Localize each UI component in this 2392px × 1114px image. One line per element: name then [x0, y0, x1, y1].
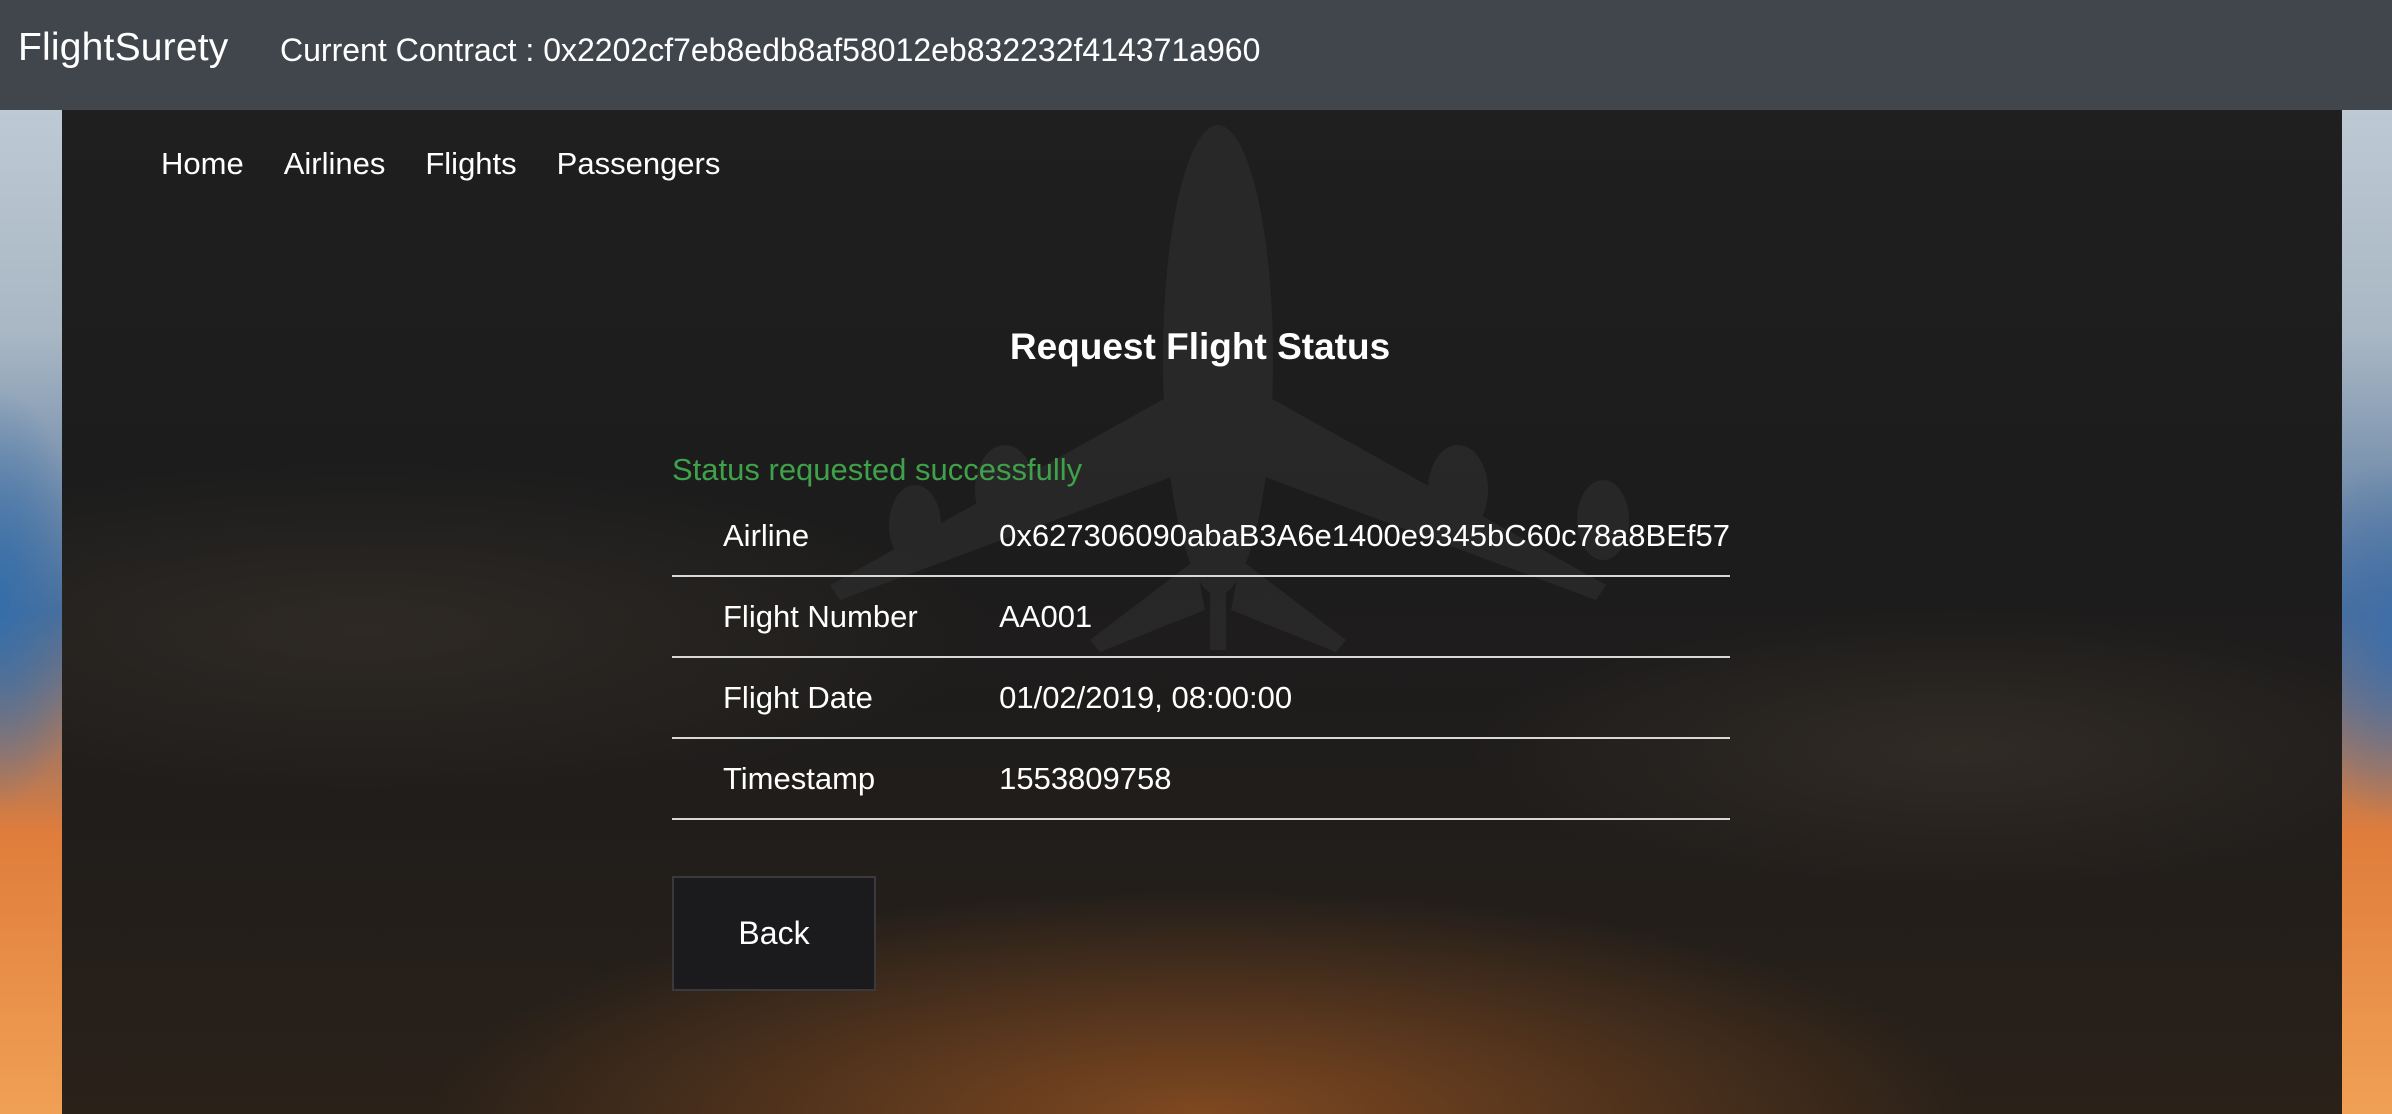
nav-link-airlines[interactable]: Airlines: [284, 146, 386, 182]
row-key: Flight Number: [672, 576, 1000, 658]
current-contract-label: Current Contract : 0x2202cf7eb8edb8af580…: [280, 32, 1261, 68]
page-title: Request Flight Status: [1009, 326, 1391, 367]
row-key: Flight Date: [672, 657, 1000, 739]
flight-info-table: Airline 0x627306090abaB3A6e1400e9345bC60…: [672, 508, 1730, 820]
brand-logo[interactable]: FlightSurety: [18, 26, 228, 70]
nav-link-home[interactable]: Home: [161, 146, 244, 182]
table-row: Timestamp 1553809758: [672, 738, 1730, 820]
row-key: Airline: [672, 508, 1000, 577]
row-value: 0x627306090abaB3A6e1400e9345bC60c78a8BEf…: [999, 508, 1730, 577]
nav-link-passengers[interactable]: Passengers: [557, 146, 721, 182]
status-message: Status requested successfully: [672, 452, 1083, 487]
nav-link-flights[interactable]: Flights: [425, 146, 516, 182]
main-nav: Home Airlines Flights Passengers: [161, 146, 760, 182]
back-button[interactable]: Back: [672, 876, 876, 991]
top-navbar: FlightSurety Current Contract : 0x2202cf…: [0, 0, 2392, 110]
table-row: Flight Date 01/02/2019, 08:00:00: [672, 657, 1730, 739]
table-row: Airline 0x627306090abaB3A6e1400e9345bC60…: [672, 508, 1730, 577]
row-value: AA001: [999, 576, 1730, 658]
row-value: 1553809758: [999, 738, 1730, 820]
table-row: Flight Number AA001: [672, 576, 1730, 658]
row-key: Timestamp: [672, 738, 1000, 820]
row-value: 01/02/2019, 08:00:00: [999, 657, 1730, 739]
